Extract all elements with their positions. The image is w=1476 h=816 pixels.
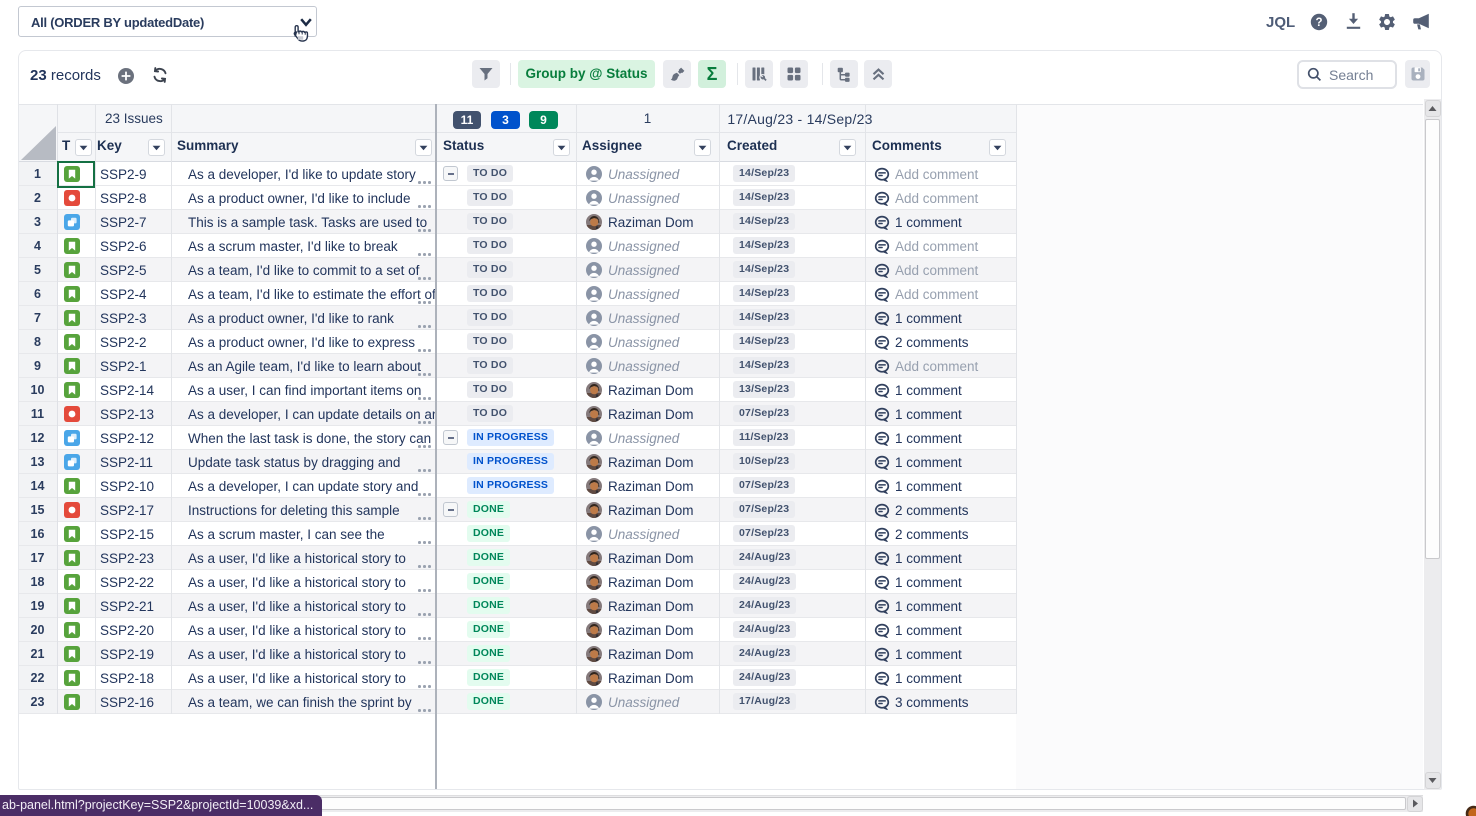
- svg-text:?: ?: [1315, 17, 1322, 29]
